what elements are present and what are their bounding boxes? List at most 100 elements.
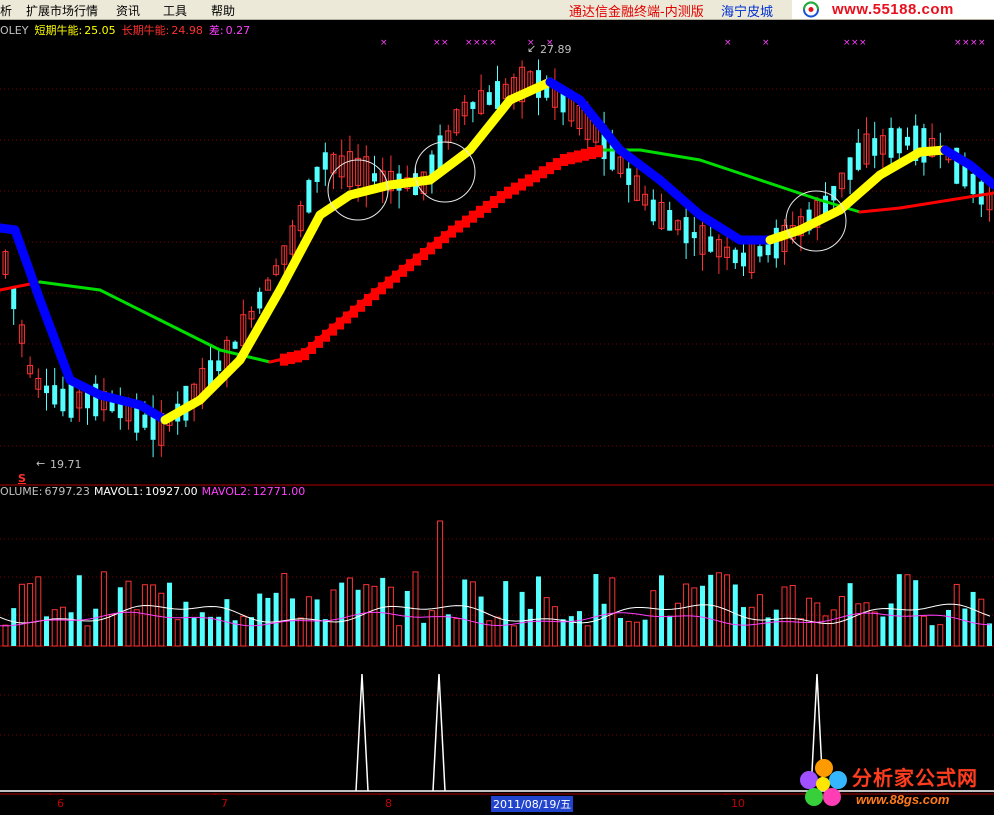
volume-header: OLUME: 6797.23 MAVOL1: 10927.00 MAVOL2: 12771… xyxy=(0,485,309,498)
volume-bar xyxy=(929,625,935,646)
price-candle xyxy=(905,136,910,146)
cross-marker: × xyxy=(489,38,497,48)
volume-bar xyxy=(371,585,378,647)
site-logo[interactable]: www.55188.com xyxy=(792,0,994,19)
short-energy-line xyxy=(345,180,395,200)
long-energy-line xyxy=(898,198,952,210)
long-energy-bar xyxy=(455,220,463,233)
price-candle xyxy=(142,414,148,428)
mavol2-label: MAVOL2: xyxy=(201,485,251,498)
long-energy-bar xyxy=(462,215,470,228)
volume-bar xyxy=(633,621,640,647)
menu-item-analysis[interactable]: 析 xyxy=(0,2,12,19)
volume-bar xyxy=(167,582,172,646)
long-energy-bar xyxy=(287,352,295,365)
volume-bar xyxy=(536,576,541,646)
price-candle xyxy=(847,157,853,180)
volume-bar xyxy=(453,618,460,647)
volume-bar xyxy=(962,608,968,646)
short-energy-line xyxy=(425,145,475,185)
sell-signal-marker: S xyxy=(18,472,26,485)
volume-bar xyxy=(625,620,632,647)
long-energy-bar xyxy=(343,311,351,324)
volume-bar xyxy=(404,590,410,646)
long-energy-bar xyxy=(469,210,477,223)
volume-bar xyxy=(543,597,550,647)
menu-item-extended-market[interactable]: 扩展市场行情 xyxy=(26,2,98,19)
volume-bar xyxy=(781,586,788,647)
long-energy-line xyxy=(158,318,222,352)
volume-value: 6797.23 xyxy=(44,485,90,498)
price-candle xyxy=(626,168,632,185)
long-energy-bar xyxy=(588,147,596,159)
price-candle xyxy=(68,382,74,418)
cross-marker: × xyxy=(843,38,851,48)
volume-bar xyxy=(642,619,648,646)
volume-bar xyxy=(297,617,304,647)
volume-bar xyxy=(593,574,599,646)
volume-bar xyxy=(863,602,870,647)
long-energy-bar xyxy=(483,200,491,213)
volume-bar xyxy=(346,577,353,647)
volume-bar xyxy=(158,592,165,647)
volume-bar xyxy=(339,582,345,646)
long-energy-bar xyxy=(434,236,442,249)
price-candle xyxy=(732,249,738,264)
volume-bar xyxy=(510,625,517,647)
volume-bar xyxy=(732,584,738,646)
volume-bar xyxy=(855,603,862,647)
price-candle xyxy=(691,232,697,239)
volume-bar xyxy=(462,579,468,646)
stock-chart[interactable]: × × × × × × × × × × × × × × × × × × xyxy=(0,19,994,795)
long-energy-bar xyxy=(581,148,589,161)
high-price-label: 27.89 xyxy=(540,43,572,56)
volume-bar xyxy=(68,612,74,646)
volume-bar xyxy=(888,603,894,646)
long-energy-line xyxy=(638,148,702,162)
price-candle xyxy=(855,142,861,170)
price-candle xyxy=(486,92,492,105)
volume-bar xyxy=(84,625,91,647)
long-energy-line xyxy=(758,178,822,202)
long-energy-bar xyxy=(504,186,512,199)
volume-bar xyxy=(987,623,992,646)
menu-item-tools[interactable]: 工具 xyxy=(163,2,187,19)
long-energy-bar xyxy=(511,182,519,195)
volume-bar xyxy=(314,599,320,646)
volume-bar xyxy=(305,596,312,647)
cross-marker: × xyxy=(954,38,962,48)
price-candle xyxy=(314,166,320,182)
long-energy-bar xyxy=(427,242,435,255)
price-candle xyxy=(921,128,927,163)
volume-bar xyxy=(970,591,976,646)
volume-bar xyxy=(240,615,247,647)
volume-bar xyxy=(871,611,878,647)
volume-bar xyxy=(584,625,591,647)
cross-marker: × xyxy=(465,38,473,48)
volume-bar xyxy=(503,581,509,646)
price-candle xyxy=(741,252,746,267)
long-energy-bar xyxy=(385,276,393,289)
volume-bar xyxy=(469,581,476,647)
volume-bar xyxy=(551,606,558,647)
price-candle xyxy=(970,173,976,195)
short-energy-line xyxy=(615,145,665,185)
price-candle xyxy=(708,236,714,252)
long-energy-line xyxy=(858,206,902,214)
volume-bar xyxy=(273,592,279,646)
menu-item-news[interactable]: 资讯 xyxy=(116,2,140,19)
price-candle xyxy=(306,180,312,213)
price-candle xyxy=(322,152,328,170)
volume-bar xyxy=(2,624,9,647)
long-energy-bar xyxy=(497,191,505,204)
indicator-name: OLEY xyxy=(0,24,29,37)
volume-bar xyxy=(814,602,821,647)
volume-bar xyxy=(387,586,394,647)
menu-item-help[interactable]: 帮助 xyxy=(211,2,235,19)
price-candle xyxy=(470,102,476,109)
x-tick: 8 xyxy=(385,797,392,810)
cross-marker: × xyxy=(762,38,770,48)
long-energy-bar xyxy=(490,196,498,208)
short-energy-label: 短期牛能: xyxy=(34,24,83,37)
long-energy-bar xyxy=(357,299,365,312)
